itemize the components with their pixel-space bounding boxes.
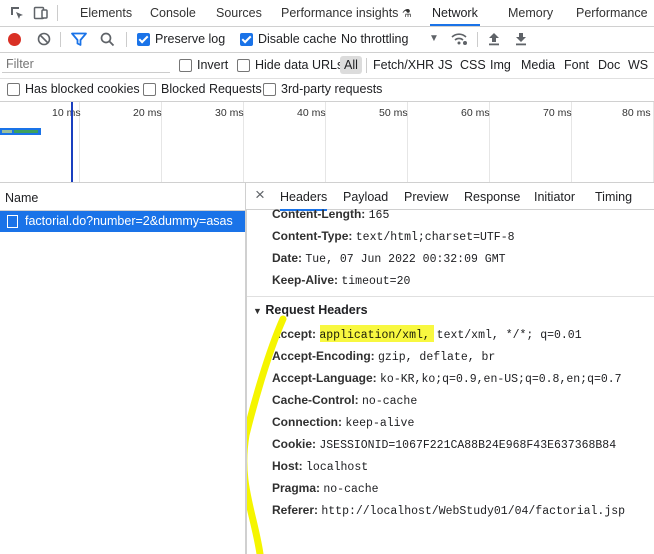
third-party-requests-label: 3rd-party requests	[281, 82, 383, 96]
filter-options-bar: Has blocked cookies Blocked Requests 3rd…	[0, 79, 654, 102]
clear-icon[interactable]	[37, 32, 51, 49]
timeline-tick-label: 60 ms	[461, 107, 490, 119]
timeline-tick-label: 80 ms	[622, 107, 651, 119]
search-icon[interactable]	[100, 32, 115, 50]
tab-network[interactable]: Network	[430, 0, 480, 26]
tab-performance-insights[interactable]: Performance insights ⚗	[281, 0, 412, 26]
device-toolbar-icon[interactable]	[33, 5, 49, 24]
tab-sources[interactable]: Sources	[216, 0, 262, 26]
divider	[126, 32, 127, 47]
has-blocked-cookies-label: Has blocked cookies	[25, 82, 140, 96]
tab-elements[interactable]: Elements	[80, 0, 132, 26]
timeline-tick-label: 50 ms	[379, 107, 408, 119]
filter-input[interactable]	[2, 56, 170, 73]
invert-label: Invert	[197, 58, 229, 72]
record-icon[interactable]	[8, 33, 21, 46]
freehand-annotation-stroke	[246, 315, 287, 554]
timeline-tick-label: 70 ms	[543, 107, 572, 119]
request-details-panel: × Headers Payload Preview Response Initi…	[246, 183, 654, 554]
disable-cache-label: Disable cache	[258, 32, 337, 46]
has-blocked-cookies-checkbox[interactable]	[7, 83, 20, 96]
timeline-tick-label: 40 ms	[297, 107, 326, 119]
tab-performance[interactable]: Performance	[576, 0, 648, 26]
hide-data-urls-label: Hide data URLs	[255, 58, 344, 72]
type-filter-css[interactable]: CSS	[456, 56, 490, 74]
flask-icon: ⚗	[401, 8, 412, 20]
document-icon	[7, 215, 18, 228]
timeline-tick-label: 10 ms	[52, 107, 81, 119]
type-filter-doc[interactable]: Doc	[594, 56, 624, 74]
devtools-tab-bar: Elements Console Sources Performance ins…	[0, 0, 654, 27]
type-filter-fetch-xhr[interactable]: Fetch/XHR	[369, 56, 438, 74]
import-har-icon[interactable]	[488, 32, 500, 49]
preserve-log-checkbox[interactable]	[137, 33, 150, 46]
divider	[477, 32, 478, 47]
blocked-requests-label: Blocked Requests	[161, 82, 262, 96]
type-filter-img[interactable]: Img	[486, 56, 515, 74]
tab-memory[interactable]: Memory	[508, 0, 553, 26]
network-toolbar: Preserve log Disable cache No throttling…	[0, 27, 654, 53]
timeline-tick-label: 20 ms	[133, 107, 162, 119]
export-har-icon[interactable]	[515, 32, 527, 49]
request-timing-bar	[0, 128, 41, 135]
column-header-name[interactable]: Name	[5, 191, 38, 205]
divider	[60, 32, 61, 47]
divider	[57, 5, 58, 21]
timeline-tick-label: 30 ms	[215, 107, 244, 119]
type-filter-all[interactable]: All	[340, 56, 362, 74]
tab-performance-insights-label: Performance insights	[281, 6, 399, 20]
request-row[interactable]: factorial.do?number=2&dummy=asas	[0, 211, 245, 232]
type-filter-ws[interactable]: WS	[624, 56, 652, 74]
hide-data-urls-checkbox[interactable]	[237, 59, 250, 72]
request-name: factorial.do?number=2&dummy=asas	[25, 214, 233, 228]
third-party-requests-checkbox[interactable]	[263, 83, 276, 96]
divider	[366, 58, 367, 73]
blocked-requests-checkbox[interactable]	[143, 83, 156, 96]
network-overview-timeline[interactable]: 10 ms 20 ms 30 ms 40 ms 50 ms 60 ms 70 m…	[0, 102, 654, 183]
request-list-header: Name	[0, 183, 245, 211]
filter-bar: Invert Hide data URLs All Fetch/XHR JS C…	[0, 53, 654, 79]
throttling-select[interactable]: No throttling	[341, 32, 408, 46]
dom-content-loaded-line	[71, 102, 73, 182]
inspect-element-icon[interactable]	[9, 5, 25, 24]
type-filter-media[interactable]: Media	[517, 56, 559, 74]
panel-edge	[246, 209, 247, 554]
preserve-log-label: Preserve log	[155, 32, 226, 46]
dropdown-arrow-icon[interactable]: ▼	[429, 33, 439, 44]
invert-checkbox[interactable]	[179, 59, 192, 72]
disable-cache-checkbox[interactable]	[240, 33, 253, 46]
tab-console[interactable]: Console	[150, 0, 196, 26]
type-filter-js[interactable]: JS	[434, 56, 457, 74]
type-filter-font[interactable]: Font	[560, 56, 593, 74]
network-conditions-icon[interactable]	[450, 31, 468, 50]
request-list-panel: Name factorial.do?number=2&dummy=asas	[0, 183, 246, 554]
filter-icon[interactable]	[71, 32, 87, 50]
